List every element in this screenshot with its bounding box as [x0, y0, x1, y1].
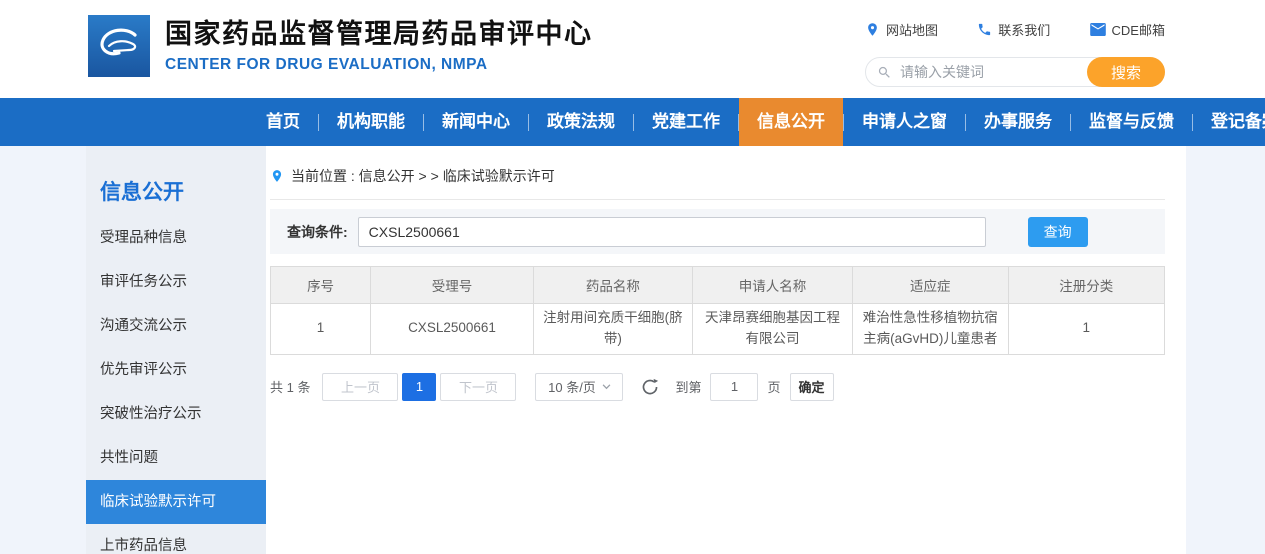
nav-item-registration-platform[interactable]: 登记备案平台 — [1193, 98, 1265, 146]
table-row: 1 CXSL2500661 注射用间充质干细胞(脐带) 天津昂赛细胞基因工程有限… — [271, 304, 1165, 355]
sidebar-item-priority-review[interactable]: 优先审评公示 — [86, 348, 266, 392]
contact-link[interactable]: 联系我们 — [977, 20, 1050, 39]
prev-page-button[interactable]: 上一页 — [322, 373, 398, 401]
main-content: 当前位置 : 信息公开 > > 临床试验默示许可 查询条件: 查询 序号 受理号… — [266, 146, 1186, 554]
chevron-down-icon — [602, 384, 611, 390]
query-label: 查询条件: — [287, 222, 348, 242]
query-input[interactable] — [358, 217, 986, 247]
nav-item-info-disclosure[interactable]: 信息公开 — [739, 98, 843, 146]
cell-registration-category: 1 — [1008, 304, 1164, 355]
page-size-select[interactable]: 10 条/页 — [535, 373, 623, 401]
cell-applicant-name: 天津昂赛细胞基因工程有限公司 — [692, 304, 852, 355]
nav-item-party-building[interactable]: 党建工作 — [634, 98, 738, 146]
nav-item-services[interactable]: 办事服务 — [966, 98, 1070, 146]
header-right: 网站地图 联系我们 CDE邮箱 搜索 — [865, 20, 1165, 87]
sitemap-link[interactable]: 网站地图 — [865, 20, 938, 39]
nav-item-org-functions[interactable]: 机构职能 — [319, 98, 423, 146]
main-nav: 首页 机构职能 新闻中心 政策法规 党建工作 信息公开 申请人之窗 办事服务 监… — [0, 98, 1265, 146]
cell-acceptance-number: CXSL2500661 — [371, 304, 534, 355]
page-unit-label: 页 — [767, 377, 780, 396]
cell-serial-number: 1 — [271, 304, 371, 355]
cde-mail-label: CDE邮箱 — [1112, 20, 1165, 39]
breadcrumb-pin-icon — [270, 168, 284, 184]
sidebar-item-common-issues[interactable]: 共性问题 — [86, 436, 266, 480]
sidebar-item-marketed-drugs[interactable]: 上市药品信息 — [86, 524, 266, 554]
envelope-icon — [1090, 23, 1106, 36]
sidebar-item-accepted-varieties[interactable]: 受理品种信息 — [86, 216, 266, 260]
search-icon — [877, 65, 892, 80]
content-container: 信息公开 受理品种信息 审评任务公示 沟通交流公示 优先审评公示 突破性治疗公示… — [86, 146, 1186, 554]
nav-item-home[interactable]: 首页 — [248, 98, 318, 146]
nav-item-news-center[interactable]: 新闻中心 — [424, 98, 528, 146]
header-search: 搜索 — [865, 57, 1165, 87]
sidebar-title: 信息公开 — [86, 168, 266, 216]
breadcrumb-text: 当前位置 : 信息公开 > > 临床试验默示许可 — [291, 166, 555, 186]
breadcrumb: 当前位置 : 信息公开 > > 临床试验默示许可 — [270, 166, 1165, 200]
cell-drug-name: 注射用间充质干细胞(脐带) — [533, 304, 692, 355]
total-count: 共 1 条 — [270, 377, 310, 396]
cde-mail-link[interactable]: CDE邮箱 — [1090, 20, 1165, 39]
sitemap-label: 网站地图 — [886, 20, 938, 39]
pagination: 共 1 条 上一页 1 下一页 10 条/页 到第 — [270, 373, 1165, 401]
cde-logo-icon — [88, 15, 150, 77]
nav-item-supervision-feedback[interactable]: 监督与反馈 — [1071, 98, 1192, 146]
contact-label: 联系我们 — [998, 20, 1050, 39]
nav-item-applicant-window[interactable]: 申请人之窗 — [844, 98, 965, 146]
sidebar: 信息公开 受理品种信息 审评任务公示 沟通交流公示 优先审评公示 突破性治疗公示… — [86, 146, 266, 554]
cde-logo[interactable] — [88, 15, 150, 77]
page-size-label: 10 条/页 — [548, 377, 596, 396]
sidebar-item-communication[interactable]: 沟通交流公示 — [86, 304, 266, 348]
col-serial-number: 序号 — [271, 267, 371, 304]
page-background: 信息公开 受理品种信息 审评任务公示 沟通交流公示 优先审评公示 突破性治疗公示… — [0, 146, 1265, 554]
next-page-button[interactable]: 下一页 — [440, 373, 516, 401]
results-table: 序号 受理号 药品名称 申请人名称 适应症 注册分类 1 CXSL2500661… — [270, 266, 1165, 355]
location-pin-icon — [865, 22, 880, 37]
col-drug-name: 药品名称 — [533, 267, 692, 304]
brand: 国家药品监督管理局药品审评中心 CENTER FOR DRUG EVALUATI… — [88, 15, 593, 77]
page-number-1[interactable]: 1 — [402, 373, 436, 401]
confirm-button[interactable]: 确定 — [790, 373, 834, 401]
col-acceptance-number: 受理号 — [371, 267, 534, 304]
sidebar-item-review-tasks[interactable]: 审评任务公示 — [86, 260, 266, 304]
site-subtitle: CENTER FOR DRUG EVALUATION, NMPA — [165, 56, 593, 74]
sidebar-item-breakthrough-therapy[interactable]: 突破性治疗公示 — [86, 392, 266, 436]
cell-indication: 难治性急性移植物抗宿主病(aGvHD)儿童患者 — [852, 304, 1008, 355]
goto-page-label: 到第 — [675, 377, 701, 396]
nav-item-policies[interactable]: 政策法规 — [529, 98, 633, 146]
col-registration-category: 注册分类 — [1008, 267, 1164, 304]
site-titles: 国家药品监督管理局药品审评中心 CENTER FOR DRUG EVALUATI… — [165, 18, 593, 74]
query-button[interactable]: 查询 — [1028, 217, 1088, 247]
col-indication: 适应症 — [852, 267, 1008, 304]
col-applicant-name: 申请人名称 — [692, 267, 852, 304]
sidebar-item-clinical-trial-implied-license[interactable]: 临床试验默示许可 — [86, 480, 266, 524]
phone-icon — [977, 22, 992, 37]
refresh-icon[interactable] — [641, 378, 659, 396]
search-button[interactable]: 搜索 — [1087, 57, 1165, 87]
table-header-row: 序号 受理号 药品名称 申请人名称 适应症 注册分类 — [271, 267, 1165, 304]
quick-links: 网站地图 联系我们 CDE邮箱 — [865, 20, 1165, 39]
query-panel: 查询条件: 查询 — [270, 209, 1165, 254]
goto-page-input[interactable] — [710, 373, 758, 401]
site-header: 国家药品监督管理局药品审评中心 CENTER FOR DRUG EVALUATI… — [0, 0, 1265, 98]
site-title: 国家药品监督管理局药品审评中心 — [165, 18, 593, 52]
